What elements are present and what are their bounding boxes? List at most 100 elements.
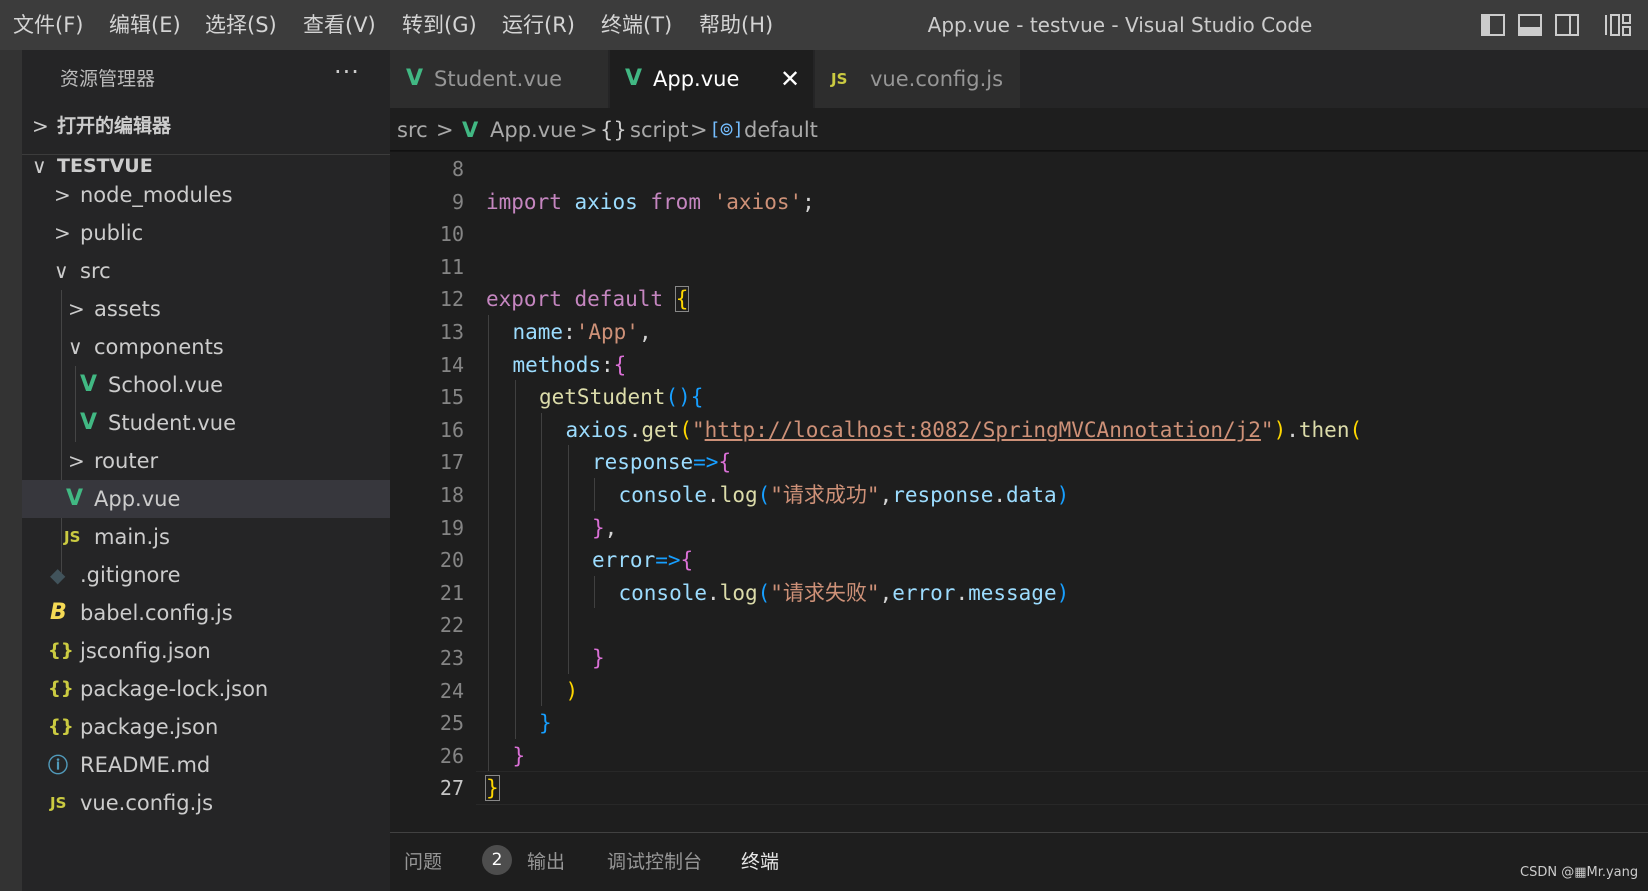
tree-item-assets[interactable]: > assets bbox=[22, 290, 390, 328]
menu-selection[interactable]: 选择(S) bbox=[205, 0, 277, 50]
tab-terminal[interactable]: 终端 bbox=[741, 833, 779, 891]
code-token: { bbox=[690, 385, 704, 410]
tree-item-main-js[interactable]: JS main.js bbox=[22, 518, 390, 556]
close-icon[interactable]: ✕ bbox=[780, 50, 800, 108]
tree-item-readme[interactable]: ⓘ README.md bbox=[22, 746, 390, 784]
code-token: => bbox=[693, 450, 719, 475]
code-token: } bbox=[592, 515, 605, 540]
chevron-right-icon: > bbox=[68, 449, 85, 473]
current-line-highlight bbox=[476, 771, 1648, 806]
tab-debug-console[interactable]: 调试控制台 bbox=[607, 833, 702, 891]
code-line: methods:{ bbox=[513, 348, 627, 382]
code-token: ( bbox=[757, 580, 771, 605]
tree-item-components[interactable]: ∨ components bbox=[22, 328, 390, 366]
line-number: 25 bbox=[439, 711, 464, 736]
toggle-secondary-sidebar-icon[interactable] bbox=[1553, 11, 1581, 39]
tab-vue-config-js[interactable]: JS vue.config.js bbox=[815, 50, 1020, 108]
code-token: ) bbox=[1273, 417, 1287, 442]
code-token: default bbox=[574, 287, 664, 312]
tree-item-package-lock[interactable]: {} package-lock.json bbox=[22, 670, 390, 708]
js-file-icon: JS bbox=[831, 70, 848, 88]
tree-item-label: router bbox=[94, 449, 159, 473]
code-token: } bbox=[592, 646, 605, 670]
breadcrumb-file[interactable]: App.vue bbox=[490, 108, 576, 152]
chevron-right-icon: > bbox=[690, 118, 708, 142]
line-number: 19 bbox=[439, 515, 464, 540]
chevron-right-icon: > bbox=[68, 297, 85, 321]
js-file-icon: JS bbox=[50, 794, 67, 812]
tree-item-label: node_modules bbox=[80, 183, 233, 207]
window-title: App.vue - testvue - Visual Studio Code bbox=[927, 13, 1313, 37]
chevron-right-icon: > bbox=[54, 183, 71, 207]
breadcrumb-section[interactable]: script bbox=[630, 108, 689, 152]
breadcrumb-symbol[interactable]: default bbox=[744, 108, 818, 152]
code-token: message bbox=[968, 580, 1057, 605]
indent-guide bbox=[541, 412, 542, 707]
code-editor[interactable]: 8 9 import axios from 'axios'; 10 11 12 export… bbox=[390, 152, 1648, 832]
tree-item-label: School.vue bbox=[108, 373, 224, 397]
code-line: } bbox=[513, 739, 526, 773]
tree-item-school-vue[interactable]: V School.vue bbox=[22, 366, 390, 404]
line-number: 8 bbox=[451, 157, 464, 181]
toggle-panel-icon[interactable] bbox=[1516, 11, 1544, 39]
code-line: error=>{ bbox=[592, 543, 693, 577]
tree-item-label: package-lock.json bbox=[80, 677, 269, 701]
menu-run[interactable]: 运行(R) bbox=[502, 0, 575, 50]
menu-edit[interactable]: 编辑(E) bbox=[109, 0, 181, 50]
vue-file-icon: V bbox=[66, 486, 84, 511]
tree-item-package-json[interactable]: {} package.json bbox=[22, 708, 390, 746]
code-line: }, bbox=[592, 511, 617, 545]
tree-item-jsconfig[interactable]: {} jsconfig.json bbox=[22, 632, 390, 670]
tab-problems[interactable]: 问题 bbox=[404, 833, 442, 891]
line-number: 16 bbox=[439, 417, 464, 442]
code-token: { bbox=[613, 352, 627, 377]
code-token: "请求成功" bbox=[770, 483, 880, 507]
toggle-primary-sidebar-icon[interactable] bbox=[1479, 11, 1507, 39]
tab-output[interactable]: 输出 bbox=[527, 833, 565, 891]
tree-item-vue-config[interactable]: JS vue.config.js bbox=[22, 784, 390, 822]
tree-item-label: vue.config.js bbox=[80, 791, 214, 815]
code-token: : bbox=[601, 352, 614, 377]
code-token: { bbox=[718, 450, 732, 475]
line-number: 12 bbox=[439, 287, 464, 312]
tree-item-app-vue[interactable]: V App.vue bbox=[22, 480, 390, 518]
tree-item-student-vue[interactable]: V Student.vue bbox=[22, 404, 390, 442]
git-file-icon: ◆ bbox=[50, 563, 66, 587]
line-number: 18 bbox=[439, 483, 464, 507]
code-token: ) bbox=[1056, 483, 1070, 507]
vue-file-icon: V bbox=[625, 66, 643, 91]
code-token: ( bbox=[679, 417, 692, 442]
tree-item-node-modules[interactable]: > node_modules bbox=[22, 176, 390, 214]
code-token: . bbox=[628, 417, 642, 442]
open-editors-section[interactable]: > 打开的编辑器 bbox=[22, 108, 390, 144]
code-token: . bbox=[1286, 417, 1299, 442]
menu-terminal[interactable]: 终端(T) bbox=[601, 0, 672, 50]
indent-guide bbox=[594, 575, 595, 609]
vue-file-icon: V bbox=[462, 118, 479, 142]
more-actions-icon[interactable]: ··· bbox=[334, 58, 360, 86]
tab-app-vue[interactable]: V App.vue ✕ bbox=[610, 50, 813, 108]
menu-help[interactable]: 帮助(H) bbox=[699, 0, 773, 50]
tree-item-gitignore[interactable]: ◆ .gitignore bbox=[22, 556, 390, 594]
tree-item-label: src bbox=[80, 259, 111, 283]
menu-go[interactable]: 转到(G) bbox=[402, 0, 477, 50]
chevron-right-icon: > bbox=[54, 221, 71, 245]
menu-file[interactable]: 文件(F) bbox=[13, 0, 83, 50]
menu-view[interactable]: 查看(V) bbox=[303, 0, 376, 50]
breadcrumb-folder[interactable]: src bbox=[397, 108, 428, 152]
babel-file-icon: B bbox=[50, 600, 67, 625]
tree-item-public[interactable]: > public bbox=[22, 214, 390, 252]
customize-layout-icon[interactable] bbox=[1604, 11, 1632, 39]
tree-item-src[interactable]: ∨ src bbox=[22, 252, 390, 290]
watermark: CSDN @▦Mr.yang bbox=[1520, 865, 1639, 880]
line-number: 27 bbox=[439, 776, 464, 801]
tree-item-router[interactable]: > router bbox=[22, 442, 390, 480]
open-editors-label: 打开的编辑器 bbox=[57, 115, 172, 137]
tree-item-babel-config[interactable]: B babel.config.js bbox=[22, 594, 390, 632]
title-bar: 文件(F) 编辑(E) 选择(S) 查看(V) 转到(G) 运行(R) 终端(T… bbox=[0, 0, 1648, 50]
tab-student-vue[interactable]: V Student.vue bbox=[390, 50, 608, 108]
code-line: } bbox=[592, 641, 605, 675]
code-token: http://localhost:8082/SpringMVCAnnotatio… bbox=[704, 417, 1261, 442]
code-token: ( bbox=[757, 483, 771, 507]
indent-guide bbox=[567, 445, 569, 674]
